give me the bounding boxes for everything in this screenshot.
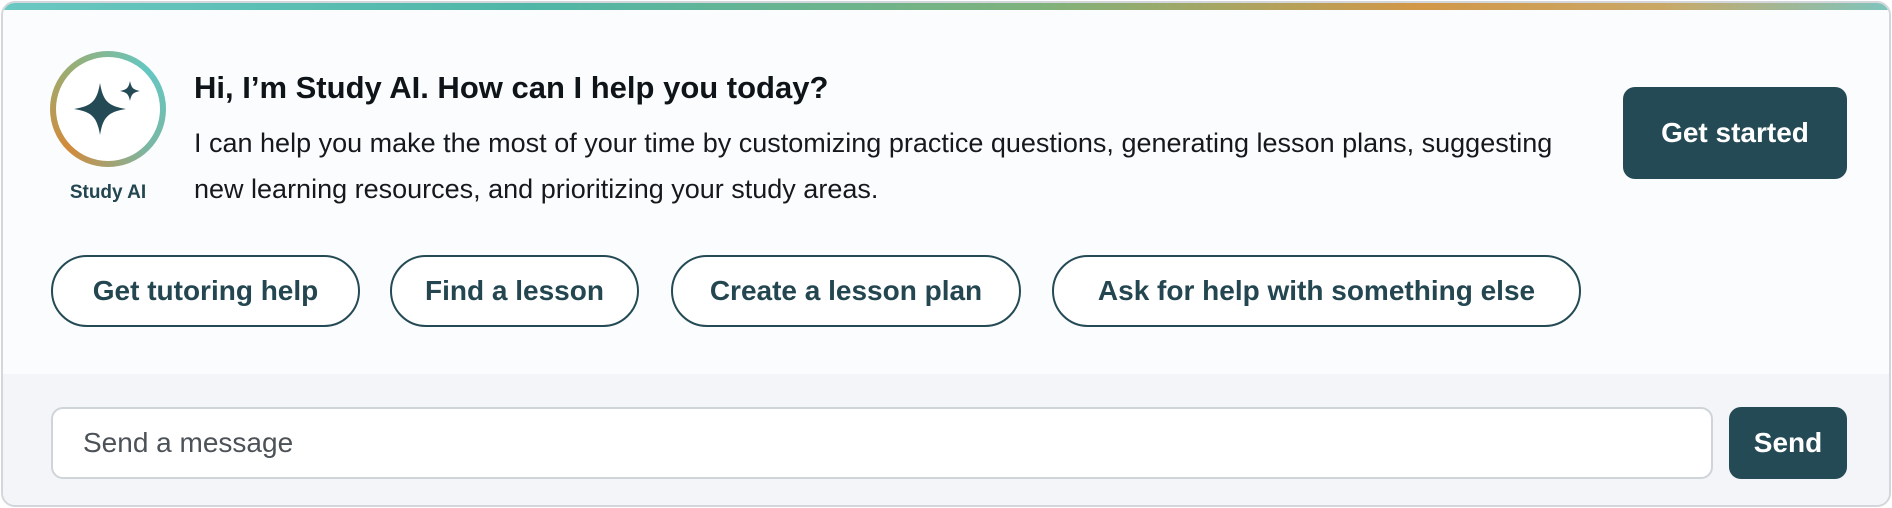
avatar-label: Study AI [69, 182, 147, 203]
intro-section: Study AI Hi, I’m Study AI. How can I hel… [3, 10, 1889, 374]
get-started-button[interactable]: Get started [1623, 87, 1847, 179]
suggestion-tutoring-help[interactable]: Get tutoring help [51, 255, 360, 327]
sparkles-icon [74, 81, 140, 135]
send-button[interactable]: Send [1729, 407, 1847, 479]
message-composer: Send [3, 374, 1889, 505]
suggestion-find-lesson[interactable]: Find a lesson [390, 255, 639, 327]
greeting-heading: Hi, I’m Study AI. How can I help you tod… [194, 70, 829, 105]
study-ai-avatar [50, 51, 166, 167]
message-input[interactable] [51, 407, 1713, 479]
study-ai-panel: Study AI Hi, I’m Study AI. How can I hel… [1, 1, 1891, 507]
suggestion-create-lesson-plan[interactable]: Create a lesson plan [671, 255, 1021, 327]
suggestion-ask-something-else[interactable]: Ask for help with something else [1052, 255, 1581, 327]
assistant-description: I can help you make the most of your tim… [194, 128, 1553, 204]
gradient-accent-bar [3, 3, 1889, 10]
